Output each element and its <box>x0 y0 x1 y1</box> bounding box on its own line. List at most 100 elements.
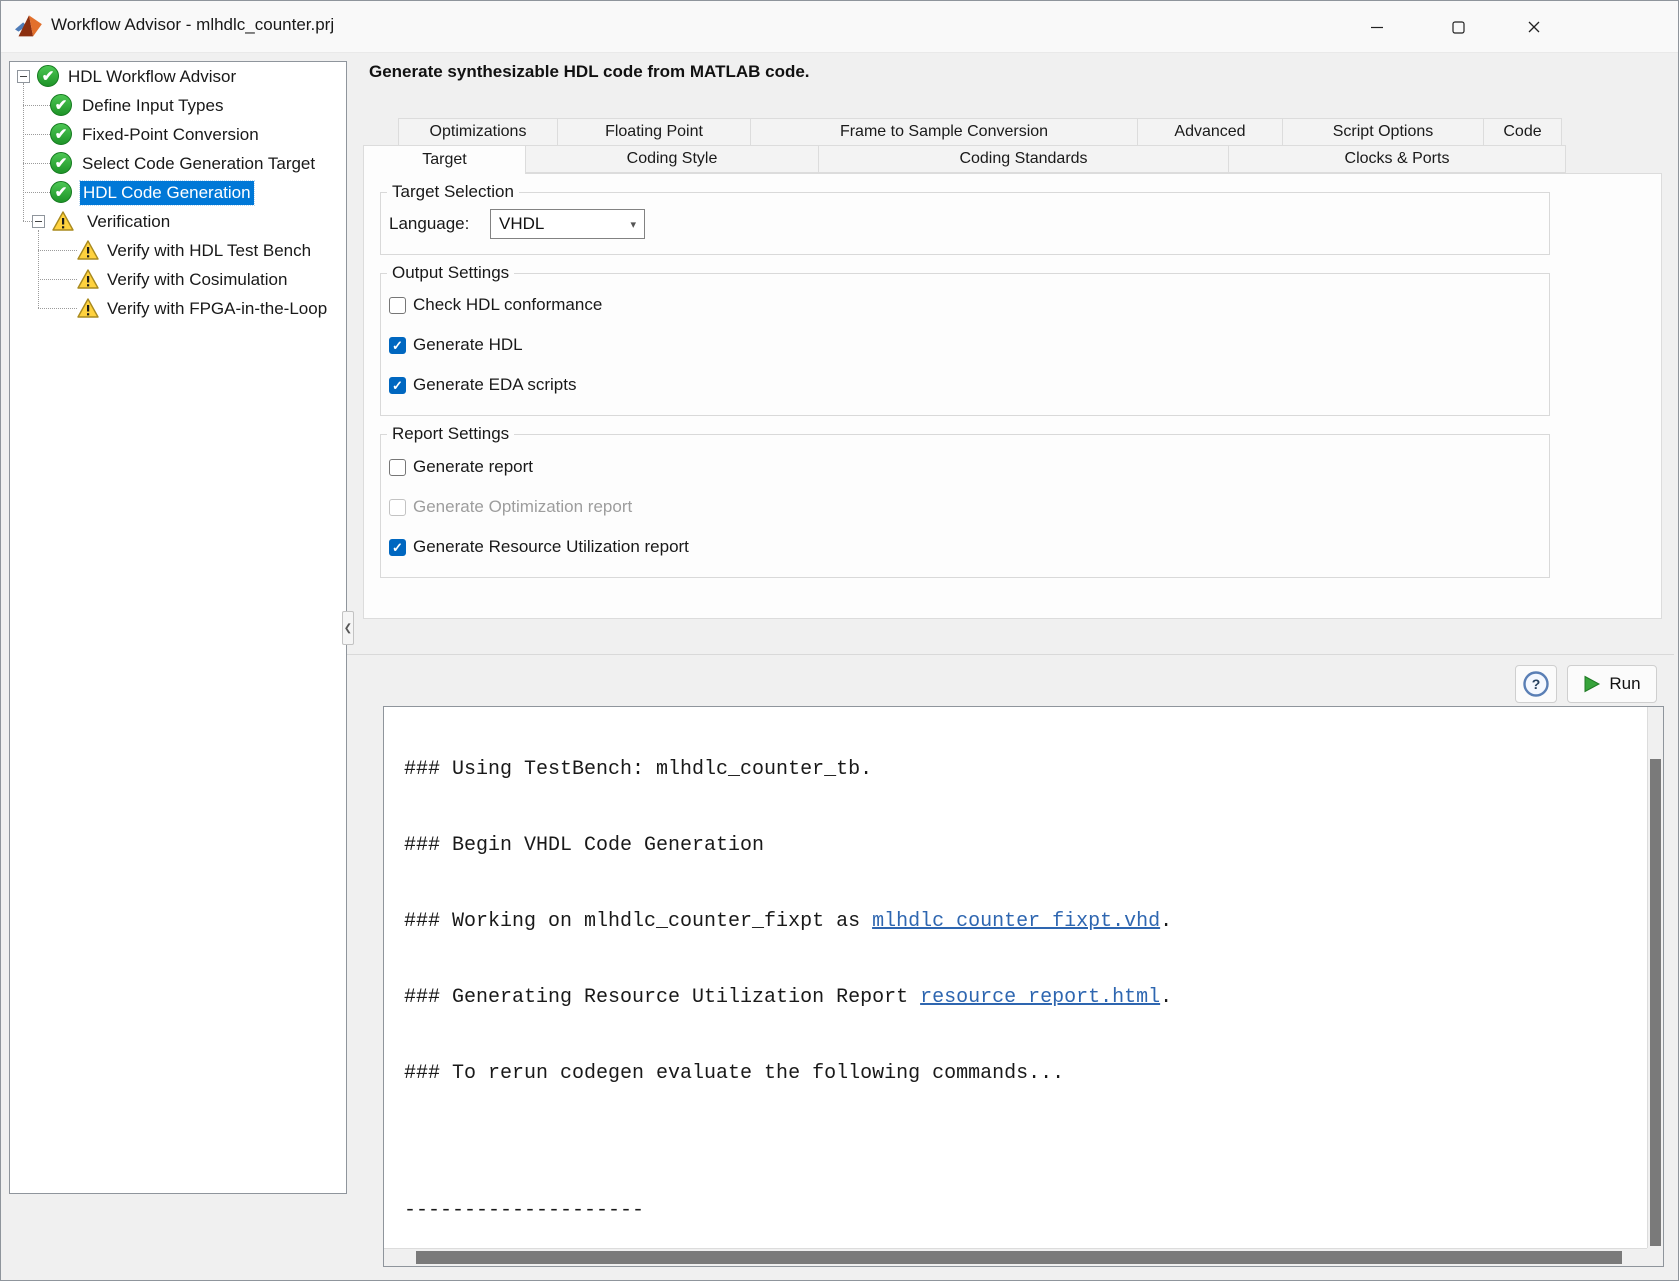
minimize-button[interactable] <box>1360 11 1394 43</box>
tree-item-verification[interactable]: Verification <box>10 207 346 236</box>
tree-item-label: Verify with HDL Test Bench <box>107 241 311 261</box>
language-value: VHDL <box>499 214 544 234</box>
checkbox-label[interactable]: Generate HDL <box>413 335 523 355</box>
language-label: Language: <box>389 214 469 234</box>
maximize-button[interactable] <box>1441 11 1475 43</box>
tab-coding-standards[interactable]: Coding Standards <box>818 145 1229 173</box>
chevron-down-icon: ▾ <box>630 218 636 231</box>
language-select[interactable]: VHDL ▾ <box>490 209 645 239</box>
tab-coding-style[interactable]: Coding Style <box>525 145 819 173</box>
tree-item-define-input-types[interactable]: ✔ Define Input Types <box>10 91 346 120</box>
tab-code[interactable]: Code <box>1483 118 1562 146</box>
run-button[interactable]: Run <box>1567 665 1657 703</box>
checkbox-label[interactable]: Generate Resource Utilization report <box>413 537 689 557</box>
console-text-segment: ### To rerun codegen evaluate the follow… <box>404 1062 1064 1085</box>
console-blank-line <box>404 1135 1448 1150</box>
horizontal-scrollbar[interactable] <box>384 1248 1647 1266</box>
generate-report-checkbox[interactable] <box>389 459 406 476</box>
console-line: ### Working on mlhdlc_counter_fixpt as m… <box>404 907 1448 937</box>
generate-eda-scripts-checkbox[interactable]: ✓ <box>389 377 406 394</box>
passed-icon: ✔ <box>50 152 72 174</box>
help-button[interactable]: ? <box>1515 665 1557 703</box>
tree-item-fixed-point-conversion[interactable]: ✔ Fixed-Point Conversion <box>10 120 346 149</box>
warning-icon <box>77 298 99 318</box>
tree-item-verify-with-cosimulation[interactable]: Verify with Cosimulation <box>10 265 346 294</box>
console-line: ### To rerun codegen evaluate the follow… <box>404 1059 1448 1089</box>
splitter-collapse-button[interactable]: ❮ <box>342 611 354 645</box>
console-text-segment: ### Begin VHDL Code Generation <box>404 834 764 857</box>
console-link[interactable]: mlhdlc_counter_fixpt.vhd <box>872 910 1160 933</box>
help-icon: ? <box>1523 671 1549 697</box>
console-line: -------------------- <box>404 1196 1448 1226</box>
warning-icon <box>52 211 74 231</box>
close-button[interactable] <box>1517 11 1551 43</box>
console-line: ### Begin VHDL Code Generation <box>404 831 1448 861</box>
svg-text:?: ? <box>1532 676 1541 692</box>
tab-clocks-and-ports[interactable]: Clocks & Ports <box>1228 145 1566 173</box>
console-panel: ### Using TestBench: mlhdlc_counter_tb. … <box>383 706 1664 1267</box>
console-text-segment: . <box>1160 986 1172 1009</box>
run-icon <box>1583 675 1601 693</box>
console-text-segment: ### Using TestBench: mlhdlc_counter_tb. <box>404 758 872 781</box>
generate-optimization-report-checkbox <box>389 499 406 516</box>
report-settings-group: Report Settings Generate report Generate… <box>380 434 1550 578</box>
tree-item-label: Verify with FPGA-in-the-Loop <box>107 299 327 319</box>
console-link[interactable]: resource_report.html <box>920 986 1160 1009</box>
generate-resource-utilization-report-row[interactable]: ✓ Generate Resource Utilization report <box>389 535 689 559</box>
tab-script-options[interactable]: Script Options <box>1282 118 1484 146</box>
generate-report-row[interactable]: Generate report <box>389 455 533 479</box>
passed-icon: ✔ <box>50 181 72 203</box>
tree-item-label: Fixed-Point Conversion <box>82 125 259 145</box>
console-text-segment: . <box>1160 910 1172 933</box>
tab-advanced[interactable]: Advanced <box>1137 118 1283 146</box>
tab-optimizations[interactable]: Optimizations <box>398 118 558 146</box>
console-text-segment: ### Working on mlhdlc_counter_fixpt as <box>404 910 872 933</box>
tree-item-hdl-workflow-advisor[interactable]: ✔ HDL Workflow Advisor <box>10 62 346 91</box>
tree-item-select-code-generation-target[interactable]: ✔ Select Code Generation Target <box>10 149 346 178</box>
checkbox-label: Generate Optimization report <box>413 497 632 517</box>
tree-item-label: Verify with Cosimulation <box>107 270 287 290</box>
warning-icon <box>77 240 99 260</box>
generate-eda-scripts-row[interactable]: ✓ Generate EDA scripts <box>389 373 576 397</box>
window-title: Workflow Advisor - mlhdlc_counter.prj <box>51 15 334 35</box>
passed-icon: ✔ <box>50 123 72 145</box>
passed-icon: ✔ <box>50 94 72 116</box>
tab-floating-point[interactable]: Floating Point <box>557 118 751 146</box>
checkbox-label[interactable]: Check HDL conformance <box>413 295 602 315</box>
generate-resource-utilization-report-checkbox[interactable]: ✓ <box>389 539 406 556</box>
console-text-segment: -------------------- <box>404 1199 644 1222</box>
run-label: Run <box>1609 674 1640 694</box>
tree-item-label: Define Input Types <box>82 96 223 116</box>
horizontal-scrollbar-thumb[interactable] <box>416 1251 1622 1264</box>
generate-hdl-row[interactable]: ✓ Generate HDL <box>389 333 523 357</box>
collapse-toggle-icon[interactable] <box>32 215 45 228</box>
tab-target[interactable]: Target <box>363 145 526 174</box>
collapse-toggle-icon[interactable] <box>17 70 30 83</box>
target-selection-legend: Target Selection <box>387 182 519 202</box>
tree-item-verify-with-hdl-test-bench[interactable]: Verify with HDL Test Bench <box>10 236 346 265</box>
titlebar: Workflow Advisor - mlhdlc_counter.prj <box>1 1 1678 53</box>
vertical-scrollbar-thumb[interactable] <box>1650 759 1661 1246</box>
generate-hdl-checkbox[interactable]: ✓ <box>389 337 406 354</box>
generate-optimization-report-row: Generate Optimization report <box>389 495 632 519</box>
tree-item-label: HDL Code Generation <box>80 181 254 205</box>
tree-item-label: HDL Workflow Advisor <box>68 67 236 87</box>
matlab-icon <box>15 13 43 41</box>
task-description: Generate synthesizable HDL code from MAT… <box>369 62 810 82</box>
check-hdl-conformance-row[interactable]: Check HDL conformance <box>389 293 602 317</box>
check-hdl-conformance-checkbox[interactable] <box>389 297 406 314</box>
tree-item-hdl-code-generation[interactable]: ✔ HDL Code Generation <box>10 178 346 207</box>
output-settings-group: Output Settings Check HDL conformance ✓ … <box>380 273 1550 416</box>
target-tab-panel: Target Selection Language: VHDL ▾ Output… <box>363 173 1662 619</box>
checkbox-label[interactable]: Generate report <box>413 457 533 477</box>
vertical-scrollbar[interactable] <box>1647 707 1663 1248</box>
console-line: ### Generating Resource Utilization Repo… <box>404 983 1448 1013</box>
console-output: ### Using TestBench: mlhdlc_counter_tb. … <box>384 709 1448 1267</box>
console-text-segment: ### Generating Resource Utilization Repo… <box>404 986 920 1009</box>
tab-frame-to-sample-conversion[interactable]: Frame to Sample Conversion <box>750 118 1138 146</box>
target-selection-group: Target Selection Language: VHDL ▾ <box>380 192 1550 255</box>
checkbox-label[interactable]: Generate EDA scripts <box>413 375 576 395</box>
tree-item-verify-with-fpga-in-the-loop[interactable]: Verify with FPGA-in-the-Loop <box>10 294 346 323</box>
toolbar-divider <box>347 654 1674 655</box>
output-settings-legend: Output Settings <box>387 263 514 283</box>
